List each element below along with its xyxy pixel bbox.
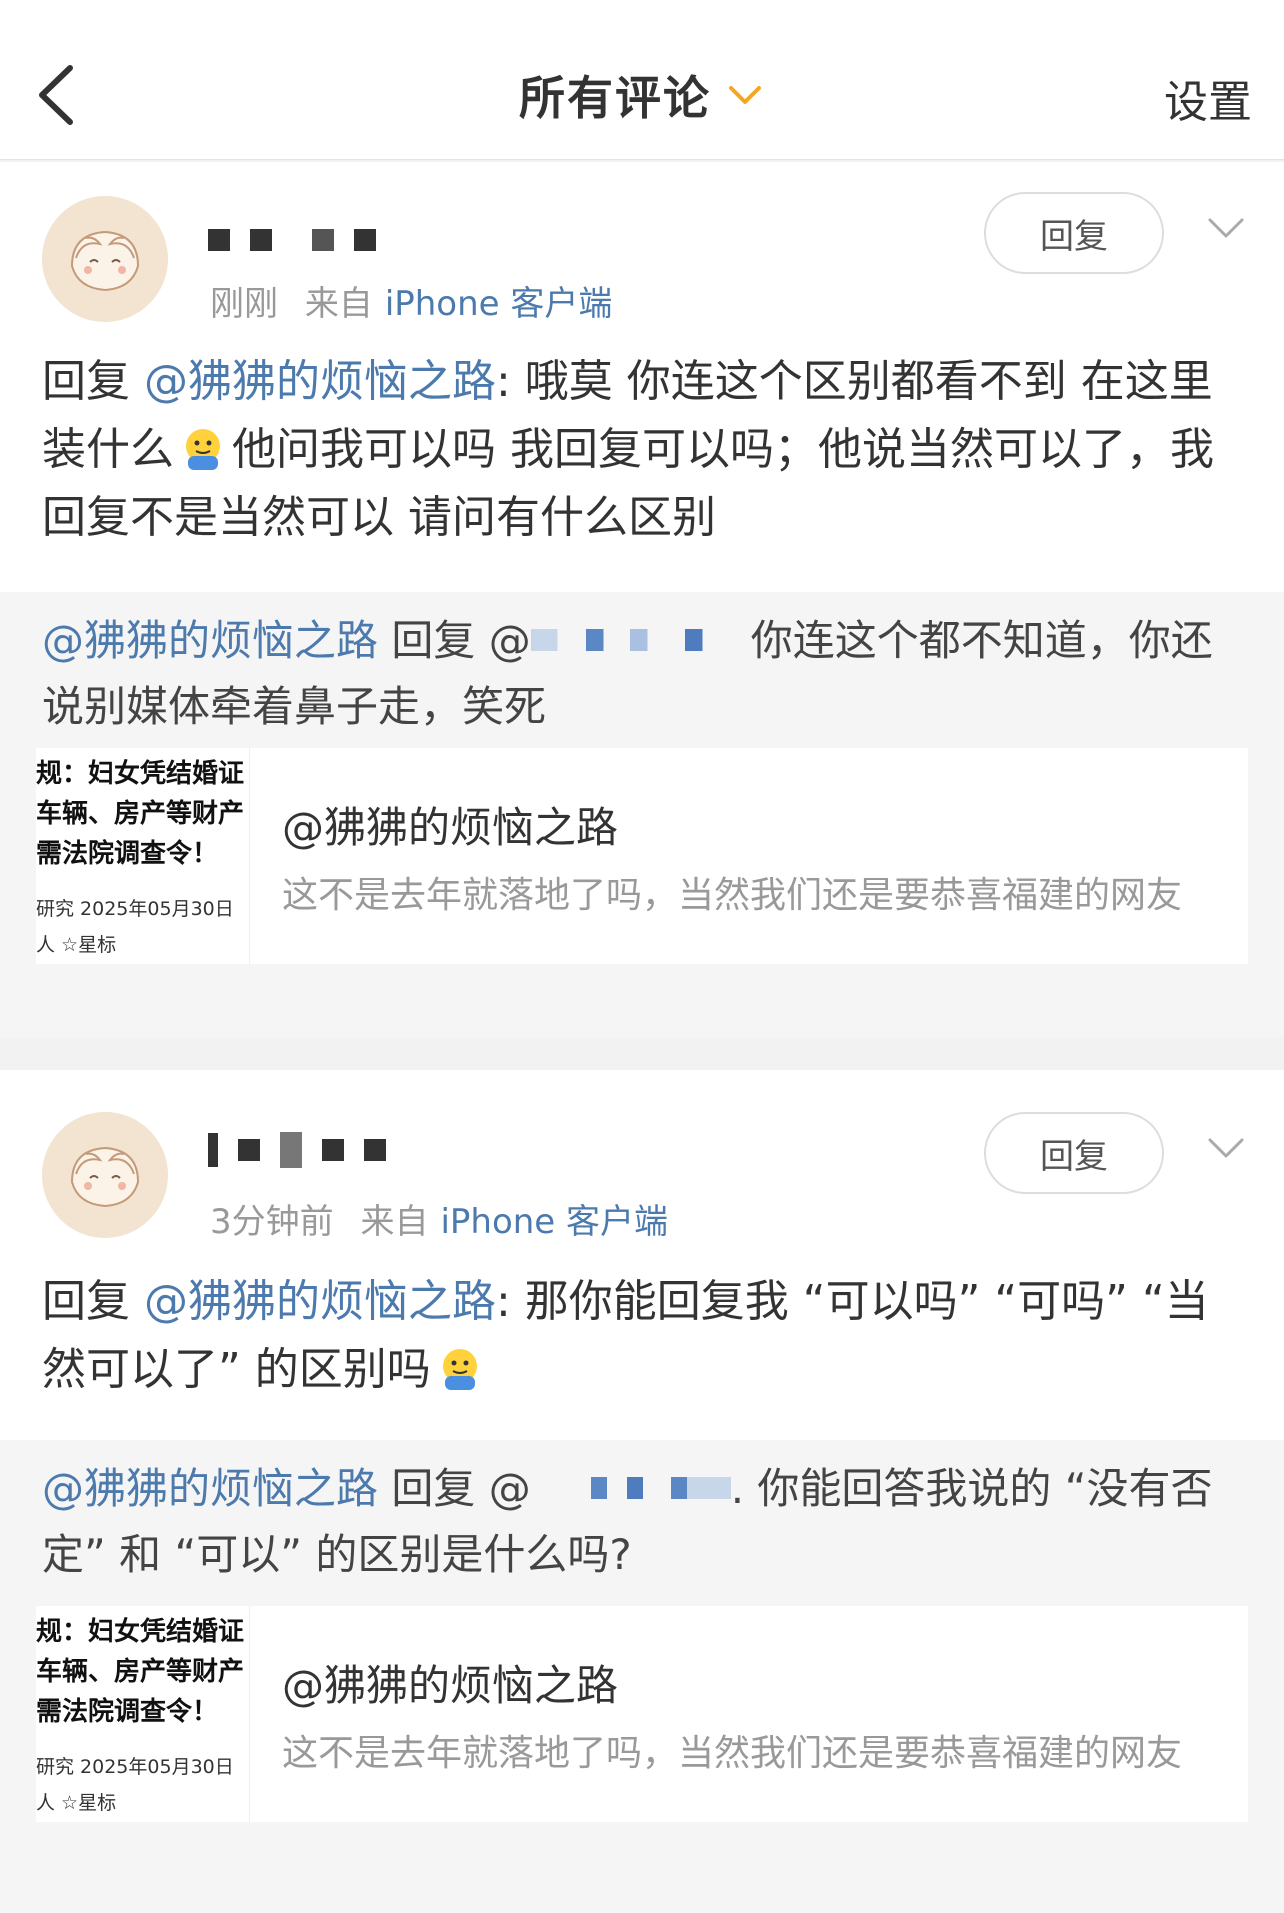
avatar-face-icon (42, 1112, 168, 1238)
chevron-down-icon[interactable] (1206, 1134, 1246, 1162)
redacted-username (530, 629, 751, 651)
comment-meta: 3分钟前 来自 iPhone 客户端 (210, 1194, 668, 1243)
comment-card: 3分钟前 来自 iPhone 客户端 回复 回复 @狒狒的烦恼之路: 那你能回复我… (0, 1070, 1284, 1913)
avatar[interactable] (42, 1112, 168, 1238)
username-redacted[interactable] (208, 222, 376, 258)
avatar-face-icon (42, 196, 168, 322)
reply-button[interactable]: 回复 (984, 192, 1164, 274)
quote-text: @狒狒的烦恼之路 回复 @. 你能回答我说的 “没有否定” 和 “可以” 的区别… (42, 1464, 1213, 1579)
original-post-card[interactable]: 规：妇女凭结婚证 车辆、房产等财产 需法院调查令！ 研究 2025年05月30日… (36, 1606, 1248, 1822)
reply-button[interactable]: 回复 (984, 1112, 1164, 1194)
comment-meta: 刚刚 来自 iPhone 客户端 (210, 276, 612, 325)
original-post-excerpt: 这不是去年就落地了吗，当然我们还是要恭喜福建的网友 (282, 1733, 1183, 1774)
redacted-username (530, 1477, 731, 1499)
quote-text: @狒狒的烦恼之路 回复 @ 你连这个都不知道，你还说别媒体牵着鼻子走，笑死 (42, 616, 1213, 731)
comment-body: 回复 @狒狒的烦恼之路: 那你能回复我 “可以吗” “可吗” “当然可以了” 的… (42, 1276, 1209, 1395)
nav-bar: 所有评论 设置 (0, 0, 1284, 160)
smiling-face-icon (186, 429, 220, 470)
comment-time: 刚刚 (210, 284, 278, 324)
chevron-down-icon[interactable] (1206, 214, 1246, 242)
source-link[interactable]: iPhone 客户端 (385, 284, 613, 324)
comment-card: 刚刚 来自 iPhone 客户端 回复 回复 @狒狒的烦恼之路: 哦莫 你连这个区… (0, 162, 1284, 1038)
comment-time: 3分钟前 (210, 1202, 334, 1242)
quoted-reply[interactable]: @狒狒的烦恼之路 回复 @. 你能回答我说的 “没有否定” 和 “可以” 的区别… (0, 1440, 1284, 1913)
page-title: 所有评论 (519, 71, 711, 125)
mention-link[interactable]: @狒狒的烦恼之路 (42, 616, 378, 665)
post-thumbnail: 规：妇女凭结婚证 车辆、房产等财产 需法院调查令！ 研究 2025年05月30日… (36, 1606, 250, 1822)
quoted-reply[interactable]: @狒狒的烦恼之路 回复 @ 你连这个都不知道，你还说别媒体牵着鼻子走，笑死 规：妇… (0, 592, 1284, 1038)
source-prefix: 来自 (360, 1202, 429, 1242)
original-post-author[interactable]: @狒狒的烦恼之路 (282, 794, 618, 855)
title-dropdown[interactable]: 所有评论 (0, 60, 1284, 130)
mention-link[interactable]: @狒狒的烦恼之路 (144, 1276, 496, 1327)
original-post-author[interactable]: @狒狒的烦恼之路 (282, 1652, 618, 1713)
mention-link[interactable]: @狒狒的烦恼之路 (144, 356, 496, 407)
chevron-down-icon (729, 86, 761, 104)
settings-button[interactable]: 设置 (1164, 66, 1252, 130)
post-thumbnail: 规：妇女凭结婚证 车辆、房产等财产 需法院调查令！ 研究 2025年05月30日… (36, 748, 250, 964)
original-post-card[interactable]: 规：妇女凭结婚证 车辆、房产等财产 需法院调查令！ 研究 2025年05月30日… (36, 748, 1248, 964)
source-link[interactable]: iPhone 客户端 (440, 1202, 668, 1242)
smiling-face-icon (442, 1349, 477, 1390)
mention-link[interactable]: @狒狒的烦恼之路 (42, 1464, 378, 1513)
avatar[interactable] (42, 196, 168, 322)
source-prefix: 来自 (304, 284, 373, 324)
username-redacted[interactable] (208, 1132, 386, 1168)
original-post-excerpt: 这不是去年就落地了吗，当然我们还是要恭喜福建的网友 (282, 875, 1183, 916)
comment-body: 回复 @狒狒的烦恼之路: 哦莫 你连这个区别都看不到 在这里装什么 他问我可以吗… (42, 356, 1214, 543)
